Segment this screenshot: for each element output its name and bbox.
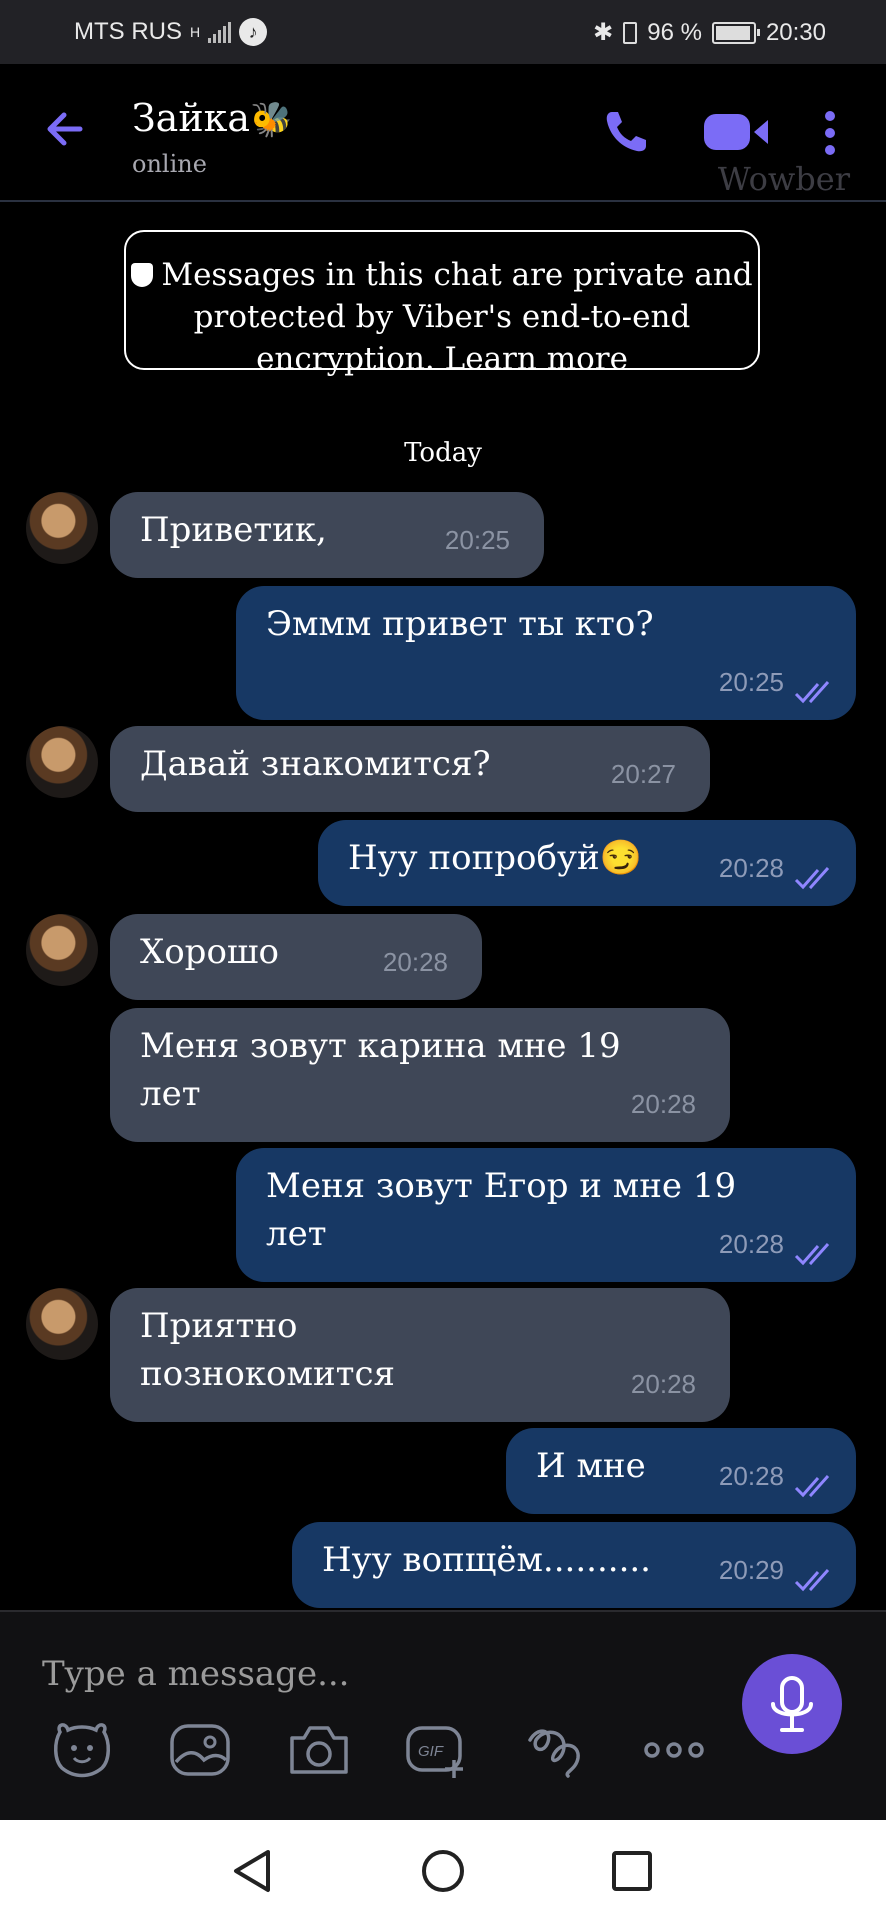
message-outgoing[interactable]: Меня зовут Егор и мне 19 лет 20:28 bbox=[236, 1148, 856, 1282]
message-time: 20:28 bbox=[382, 947, 448, 977]
gallery-icon[interactable] bbox=[168, 1720, 232, 1780]
microphone-icon bbox=[771, 1676, 813, 1732]
nav-back-icon[interactable] bbox=[230, 1848, 274, 1894]
network-type: H bbox=[190, 24, 201, 40]
back-arrow-icon[interactable] bbox=[40, 104, 90, 154]
carrier-label: MTS RUS bbox=[74, 18, 182, 45]
sticker-icon[interactable] bbox=[50, 1720, 114, 1780]
system-nav-bar bbox=[0, 1820, 886, 1920]
double-check-icon bbox=[794, 866, 830, 890]
message-incoming[interactable]: Давай знакомится? 20:27 bbox=[110, 726, 710, 812]
video-call-icon[interactable] bbox=[702, 110, 772, 154]
camera-icon[interactable] bbox=[286, 1720, 352, 1780]
message-outgoing[interactable]: Нуу вопщём.......... 20:29 bbox=[292, 1522, 856, 1608]
message-incoming[interactable]: Меня зовут карина мне 19 лет 20:28 bbox=[110, 1008, 730, 1142]
message-list[interactable]: Messages in this chat are private and pr… bbox=[0, 202, 886, 1610]
avatar[interactable] bbox=[26, 492, 98, 564]
shield-check-icon bbox=[131, 263, 154, 287]
message-input[interactable]: Type a message... bbox=[42, 1654, 350, 1694]
chat-header: Зайка🐝 online Wowber bbox=[0, 64, 886, 202]
vibrate-icon bbox=[623, 21, 638, 44]
more-menu-icon[interactable] bbox=[818, 108, 842, 158]
bee-emoji: 🐝 bbox=[250, 100, 293, 140]
bluetooth-icon: ✱ bbox=[593, 19, 614, 46]
message-incoming[interactable]: Приветик, 20:25 bbox=[110, 492, 544, 578]
avatar[interactable] bbox=[26, 726, 98, 798]
message-time: 20:28 bbox=[718, 1229, 784, 1259]
message-time: 20:28 bbox=[630, 1369, 696, 1399]
avatar[interactable] bbox=[26, 914, 98, 986]
more-options-icon[interactable] bbox=[642, 1720, 706, 1780]
message-time: 20:29 bbox=[718, 1555, 784, 1585]
composer: Type a message... bbox=[0, 1610, 886, 1822]
message-outgoing[interactable]: И мне 20:28 bbox=[506, 1428, 856, 1514]
avatar[interactable] bbox=[26, 1288, 98, 1360]
nav-home-icon[interactable] bbox=[420, 1848, 466, 1894]
signal-icon bbox=[208, 21, 232, 43]
day-separator: Today bbox=[404, 438, 482, 468]
gif-icon[interactable]: GIF bbox=[404, 1720, 472, 1782]
message-incoming[interactable]: Приятно познокомится 20:28 bbox=[110, 1288, 730, 1422]
svg-text:GIF: GIF bbox=[418, 1743, 444, 1760]
double-check-icon bbox=[794, 680, 830, 704]
battery-icon bbox=[711, 21, 760, 44]
battery-percent: 96 % bbox=[647, 18, 702, 46]
encryption-notice[interactable]: Messages in this chat are private and pr… bbox=[124, 230, 760, 377]
contact-status: online bbox=[132, 150, 207, 178]
message-incoming[interactable]: Хорошо 20:28 bbox=[110, 914, 482, 1000]
phone-icon[interactable] bbox=[600, 106, 652, 158]
contact-name[interactable]: Зайка🐝 bbox=[132, 96, 292, 140]
message-outgoing[interactable]: Эммм привет ты кто? 20:25 bbox=[236, 586, 856, 720]
clock: 20:30 bbox=[765, 18, 826, 46]
message-time: 20:28 bbox=[630, 1089, 696, 1119]
status-bar: MTS RUS H ♪ ✱ 96 % 20:30 bbox=[0, 0, 886, 64]
message-time: 20:25 bbox=[718, 667, 784, 697]
doodle-icon[interactable] bbox=[524, 1720, 588, 1780]
nav-recents-icon[interactable] bbox=[610, 1848, 654, 1894]
double-check-icon bbox=[794, 1242, 830, 1266]
message-time: 20:27 bbox=[610, 759, 676, 789]
message-time: 20:28 bbox=[718, 853, 784, 883]
voice-message-button[interactable] bbox=[742, 1654, 842, 1754]
double-check-icon bbox=[794, 1474, 830, 1498]
message-time: 20:28 bbox=[718, 1461, 784, 1491]
message-outgoing[interactable]: Нуу попробуй😏 20:28 bbox=[318, 820, 856, 906]
double-check-icon bbox=[794, 1568, 830, 1592]
message-time: 20:25 bbox=[444, 525, 510, 555]
tiktok-icon: ♪ bbox=[239, 18, 268, 46]
watermark: Wowber bbox=[717, 160, 850, 198]
